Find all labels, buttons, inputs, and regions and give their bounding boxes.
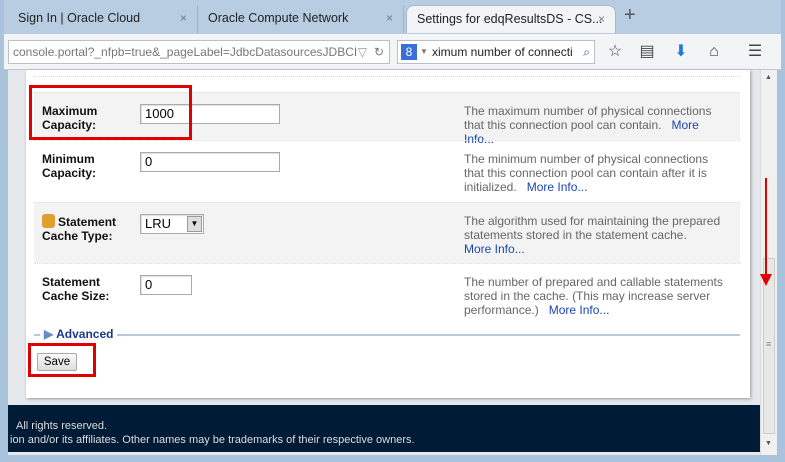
tab-oracle-compute-network[interactable]: Oracle Compute Network × xyxy=(198,5,404,33)
scroll-down-icon[interactable]: ▼ xyxy=(765,440,772,447)
field-label: Minimum Capacity: xyxy=(42,152,97,180)
field-row-cache-type: Statement Cache Type: LRU ▼ The algorithm … xyxy=(34,202,740,263)
url-text: console.portal?_nfpb=true&_pageLabel=Jdb… xyxy=(13,45,358,59)
more-info-link[interactable]: More Info... xyxy=(527,180,588,194)
field-description: The number of prepared and callable stat… xyxy=(464,275,723,317)
download-icon[interactable]: ⬇ xyxy=(670,42,692,62)
close-tab-icon[interactable]: × xyxy=(180,5,187,31)
tab-sign-in[interactable]: Sign In | Oracle Cloud × xyxy=(8,5,198,33)
field-row-min-capacity: Minimum Capacity: 0 The minimum number of… xyxy=(34,140,740,202)
vertical-scrollbar[interactable]: ▲ ≡ ▼ xyxy=(760,70,777,455)
more-info-link[interactable]: More Info... xyxy=(549,303,610,317)
grip-icon: ≡ xyxy=(766,339,772,349)
advanced-divider xyxy=(34,334,740,336)
bookmark-star-icon[interactable]: ☆ xyxy=(604,42,626,62)
tab-settings[interactable]: Settings for edqResultsDS - CS... × xyxy=(406,5,616,33)
annotation-arrow xyxy=(765,178,767,278)
tab-label: Settings for edqResultsDS - CS... xyxy=(417,12,603,26)
reload-icon[interactable]: ↻ xyxy=(374,41,384,63)
reading-list-icon[interactable]: ▤ xyxy=(636,42,658,62)
search-text: ximum number of connecti xyxy=(432,45,573,59)
field-description: The minimum number of physical connectio… xyxy=(464,152,709,194)
close-tab-icon[interactable]: × xyxy=(598,6,605,32)
tab-label: Sign In | Oracle Cloud xyxy=(18,11,141,25)
expand-arrow-icon: ▶ xyxy=(44,327,54,341)
url-bar[interactable]: console.portal?_nfpb=true&_pageLabel=Jdb… xyxy=(8,40,390,64)
footer: All rights reserved. ion and/or its affi… xyxy=(8,405,760,452)
search-input[interactable]: 8 ▼ ximum number of connecti ⌕ xyxy=(397,40,595,64)
google-icon[interactable]: 8 xyxy=(401,44,417,60)
warning-icon xyxy=(42,214,55,228)
tab-label: Oracle Compute Network xyxy=(208,11,349,25)
nav-toolbar: console.portal?_nfpb=true&_pageLabel=Jdb… xyxy=(4,34,781,70)
scroll-up-icon[interactable]: ▲ xyxy=(765,74,772,81)
annotation-arrowhead xyxy=(760,274,772,286)
annotation-box-max-capacity xyxy=(29,85,192,140)
chevron-down-icon[interactable]: ▼ xyxy=(187,216,202,232)
min-capacity-input[interactable]: 0 xyxy=(140,152,280,172)
engine-dropdown-icon[interactable]: ▼ xyxy=(420,41,428,63)
annotation-box-save xyxy=(28,343,96,377)
cache-type-select[interactable]: LRU ▼ xyxy=(140,214,204,234)
dropdown-icon[interactable]: ▽ xyxy=(358,41,367,63)
new-tab-button[interactable]: + xyxy=(624,4,636,27)
more-info-link[interactable]: More Info... xyxy=(464,242,525,256)
footer-trademarks: ion and/or its affiliates. Other names m… xyxy=(10,434,415,446)
field-description: The algorithm used for maintaining the p… xyxy=(464,214,721,256)
field-label: Statement Cache Type: xyxy=(42,214,117,243)
tab-bar: Sign In | Oracle Cloud × Oracle Compute N… xyxy=(4,0,781,36)
footer-copyright: All rights reserved. xyxy=(16,420,108,432)
field-row-cache-size: Statement Cache Size: 0 The number of pre… xyxy=(34,263,740,323)
search-icon[interactable]: ⌕ xyxy=(583,41,590,63)
advanced-toggle[interactable]: ▶ Advanced xyxy=(40,327,118,341)
menu-icon[interactable]: ☰ xyxy=(744,42,766,62)
close-tab-icon[interactable]: × xyxy=(386,5,393,31)
home-icon[interactable]: ⌂ xyxy=(703,42,725,62)
field-label: Statement Cache Size: xyxy=(42,275,110,303)
cache-size-input[interactable]: 0 xyxy=(140,275,192,295)
